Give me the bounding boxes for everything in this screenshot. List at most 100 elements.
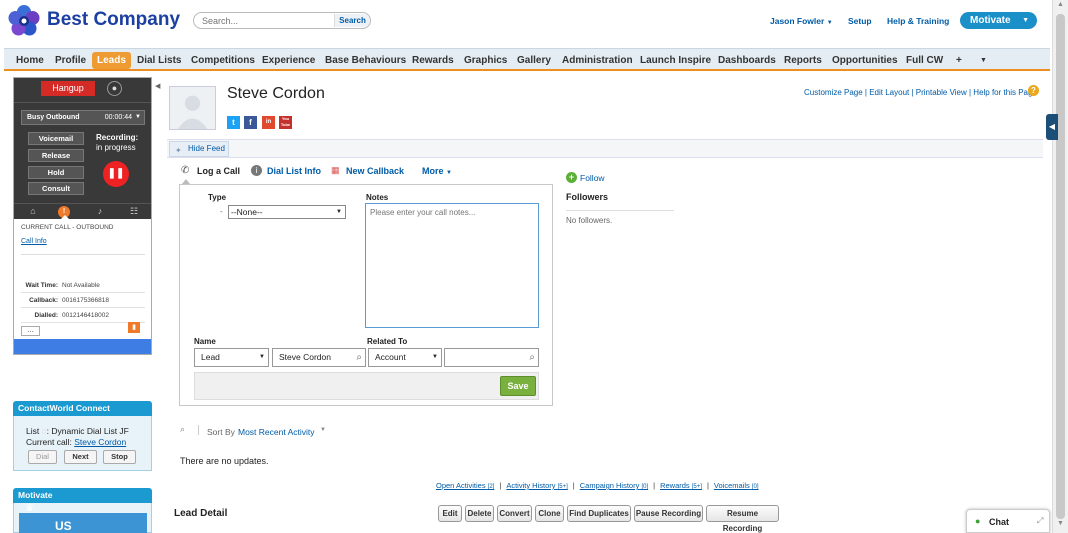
hold-button[interactable]: Hold: [28, 166, 84, 179]
scroll-thumb[interactable]: [1056, 14, 1065, 519]
twitter-icon[interactable]: t: [227, 116, 240, 129]
tab-rewards[interactable]: Rewards: [412, 52, 454, 69]
delete-button[interactable]: Delete: [465, 505, 494, 522]
scroll-down-arrow-icon[interactable]: ▼: [1053, 520, 1068, 532]
clone-button[interactable]: Clone: [535, 505, 564, 522]
activity-history-link[interactable]: Activity History [5+]: [506, 481, 567, 490]
app-switcher-button[interactable]: Motivate ▼: [960, 12, 1037, 29]
tab-new-callback[interactable]: New Callback: [346, 166, 404, 176]
scroll-up-arrow-icon[interactable]: ▲: [1053, 1, 1068, 13]
release-button[interactable]: Release: [28, 149, 84, 162]
chat-label: Chat: [989, 517, 1009, 527]
search-icon[interactable]: ⌕: [529, 349, 535, 366]
main-tab-bar: Home Profile Leads Dial Lists Competitio…: [4, 48, 1050, 71]
tab-gallery[interactable]: Gallery: [517, 52, 551, 69]
tab-home[interactable]: Home: [16, 52, 44, 69]
user-menu[interactable]: Jason Fowler ▼: [770, 16, 833, 26]
trophy-icon: ♛: [25, 503, 34, 514]
team-badge[interactable]: US: [19, 513, 147, 533]
tab-opportunities[interactable]: Opportunities: [832, 52, 898, 69]
related-lookup-input[interactable]: ⌕: [444, 348, 539, 367]
pause-recording-icon[interactable]: ❚❚: [103, 161, 129, 187]
setup-link[interactable]: Setup: [848, 16, 872, 26]
signal-strength-icon: ▮: [128, 322, 140, 333]
hangup-button[interactable]: Hangup: [41, 81, 95, 96]
rewards-link[interactable]: Rewards [5+]: [660, 481, 702, 490]
facebook-icon[interactable]: f: [244, 116, 257, 129]
tab-administration[interactable]: Administration: [562, 52, 633, 69]
home-icon[interactable]: ⌂: [25, 206, 41, 218]
team-icon[interactable]: ☷: [126, 206, 142, 218]
type-select[interactable]: --None-- ▼: [228, 205, 346, 219]
brand-name[interactable]: Best Company: [47, 9, 180, 31]
tab-profile[interactable]: Profile: [55, 52, 86, 69]
current-call-contact-link[interactable]: Steve Cordon: [74, 437, 126, 447]
call-notes-textarea[interactable]: [365, 203, 539, 328]
tab-launch-inspire[interactable]: Launch Inspire: [640, 52, 711, 69]
phone-icon: ✆: [181, 165, 190, 176]
name-type-select[interactable]: Lead ▼: [194, 348, 269, 367]
dial-button[interactable]: Dial: [28, 450, 57, 464]
open-activities-link[interactable]: Open Activities [2]: [436, 481, 494, 490]
search-button[interactable]: Search: [334, 14, 370, 27]
expand-icon[interactable]: ⤢: [1037, 516, 1043, 526]
chat-bubble-icon: ●: [975, 516, 981, 526]
search-input[interactable]: [194, 13, 334, 28]
klout-icon[interactable]: in: [262, 116, 275, 129]
save-button[interactable]: Save: [500, 376, 536, 396]
pause-recording-button[interactable]: Pause Recording: [634, 505, 703, 522]
page-utility-links[interactable]: Customize Page | Edit Layout | Printable…: [804, 88, 1037, 97]
hide-feed-button[interactable]: ✦ Hide Feed: [169, 141, 229, 157]
collapse-sidebar-icon[interactable]: ◀: [155, 82, 161, 90]
separator: |: [706, 481, 709, 490]
follow-plus-icon[interactable]: +: [566, 172, 577, 183]
help-training-link[interactable]: Help & Training: [887, 16, 949, 26]
name-lookup-input[interactable]: Steve Cordon ⌕: [272, 348, 366, 367]
related-type-select[interactable]: Account ▼: [368, 348, 442, 367]
voicemails-link[interactable]: Voicemails [0]: [714, 481, 759, 490]
tab-dashboards[interactable]: Dashboards: [718, 52, 776, 69]
tab-experience[interactable]: Experience: [262, 52, 315, 69]
tab-full-cw[interactable]: Full CW: [906, 52, 943, 69]
tab-graphics[interactable]: Graphics: [464, 52, 507, 69]
voicemail-button[interactable]: Voicemail: [28, 132, 84, 145]
tab-base-behaviours[interactable]: Base Behaviours: [325, 52, 406, 69]
edit-button[interactable]: Edit: [438, 505, 462, 522]
page-scrollbar[interactable]: ▲ ▼: [1052, 0, 1068, 533]
bell-icon[interactable]: ♪: [92, 206, 108, 218]
chat-widget[interactable]: ● Chat ⤢: [966, 509, 1050, 533]
stop-button[interactable]: Stop: [103, 450, 136, 464]
microphone-icon[interactable]: ●: [107, 81, 122, 96]
name-label: Name: [194, 337, 216, 346]
campaign-history-link[interactable]: Campaign History [0]: [580, 481, 648, 490]
tab-reports[interactable]: Reports: [784, 52, 822, 69]
resume-recording-button[interactable]: Resume Recording: [706, 505, 779, 533]
feed-search-icon[interactable]: ⌕: [180, 424, 185, 435]
tab-more[interactable]: More ▼: [422, 166, 452, 176]
help-icon[interactable]: ?: [1028, 85, 1039, 96]
call-info-link[interactable]: Call Info: [21, 238, 47, 245]
follow-link[interactable]: Follow: [580, 173, 605, 183]
tab-dial-list-info[interactable]: Dial List Info: [267, 166, 321, 176]
chevron-down-icon: ▼: [826, 20, 833, 26]
separator: |: [572, 481, 575, 490]
find-duplicates-button[interactable]: Find Duplicates: [567, 505, 631, 522]
tab-overflow-chevron-icon[interactable]: ▼: [980, 52, 987, 69]
chevron-down-icon[interactable]: ▼: [320, 427, 326, 433]
tab-log-a-call[interactable]: Log a Call: [197, 166, 240, 176]
active-tab-pointer: [61, 215, 69, 219]
consult-button[interactable]: Consult: [28, 182, 84, 195]
side-panel-toggle-icon[interactable]: ◀: [1046, 114, 1058, 140]
convert-button[interactable]: Convert: [497, 505, 532, 522]
more-options-button[interactable]: ...: [21, 326, 40, 336]
company-logo-icon[interactable]: [6, 4, 42, 38]
sort-by-dropdown[interactable]: Most Recent Activity: [238, 427, 315, 437]
tab-competitions[interactable]: Competitions: [191, 52, 255, 69]
search-icon[interactable]: ⌕: [356, 349, 362, 366]
tab-leads[interactable]: Leads: [92, 52, 131, 69]
agent-status-dropdown[interactable]: Busy Outbound 00:00:44 ▼: [21, 110, 145, 125]
tab-all-tabs[interactable]: +: [956, 52, 962, 69]
tab-dial-lists[interactable]: Dial Lists: [137, 52, 181, 69]
youtube-icon[interactable]: You Tube: [279, 116, 292, 129]
next-button[interactable]: Next: [64, 450, 97, 464]
